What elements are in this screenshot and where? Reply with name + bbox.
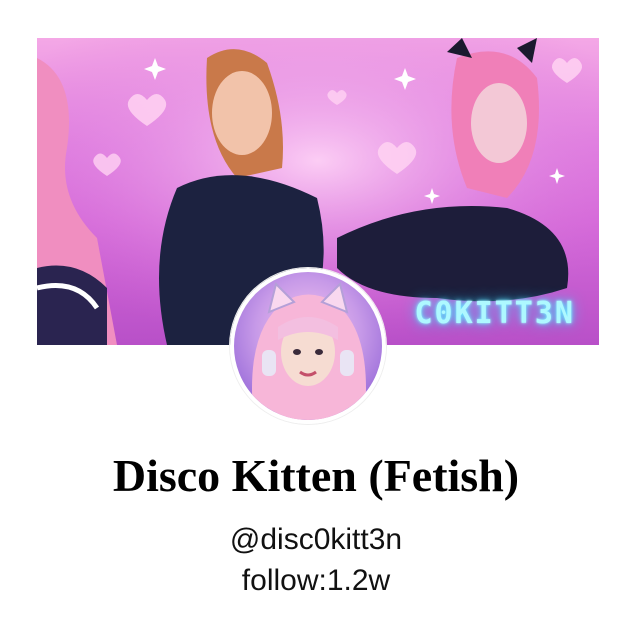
profile-card: C0KITT3N Disco Kitten (Fetish) @disc0kit…: [0, 0, 632, 635]
avatar-image: [252, 282, 366, 420]
username-handle: @disc0kitt3n: [229, 523, 403, 556]
display-name: Disco Kitten (Fetish): [112, 450, 520, 501]
banner-neon-text: C0KITT3N: [414, 296, 575, 331]
follower-count: follow:1.2w: [241, 564, 391, 597]
avatar[interactable]: [230, 268, 386, 424]
